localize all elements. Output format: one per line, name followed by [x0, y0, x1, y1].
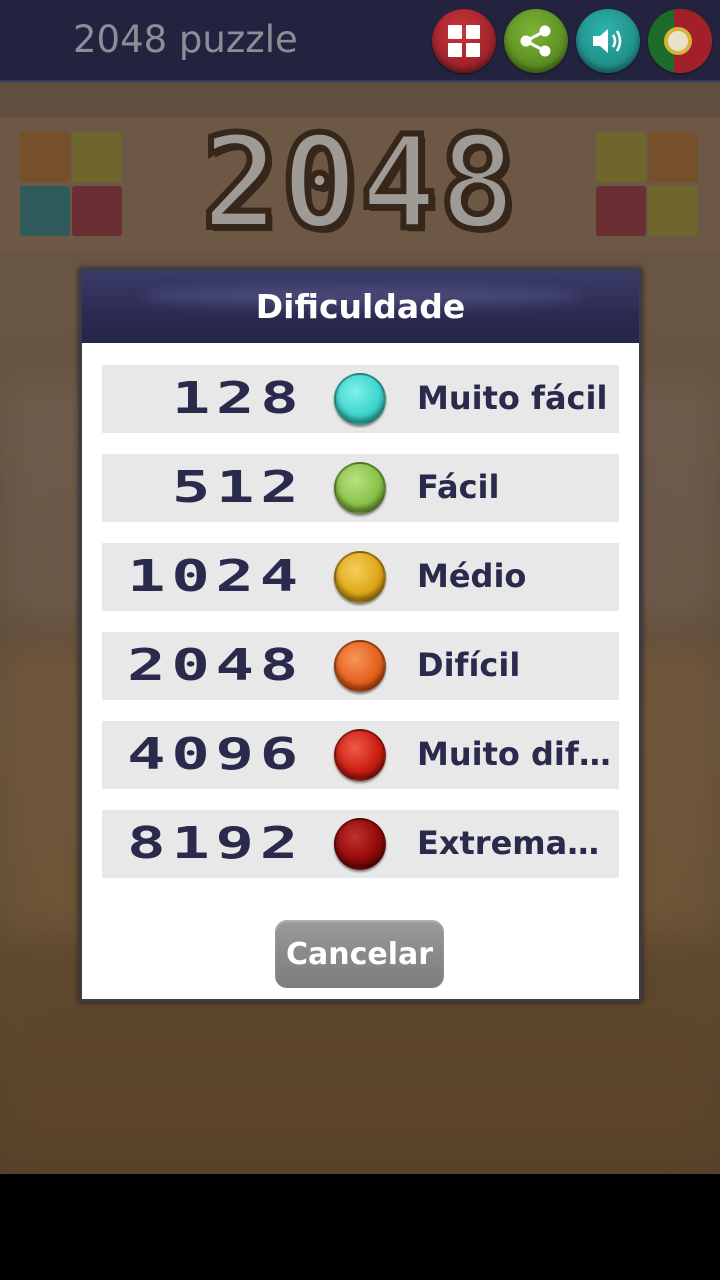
difficulty-option-medium[interactable]: 1024 Médio — [102, 543, 619, 611]
sound-icon — [593, 29, 622, 53]
yellow-dot-icon — [334, 551, 386, 603]
target-number: 512 — [171, 462, 304, 513]
difficulty-option-very-hard[interactable]: 4096 Muito difícil — [102, 721, 619, 789]
cyan-dot-icon — [334, 373, 386, 425]
difficulty-label: Médio — [417, 557, 527, 595]
target-number: 8192 — [127, 818, 304, 869]
cancel-button-label: Cancelar — [285, 936, 434, 972]
share-button[interactable] — [504, 9, 568, 73]
portugal-flag-icon — [664, 27, 692, 55]
language-button[interactable] — [648, 9, 712, 73]
share-icon — [520, 25, 551, 57]
difficulty-dialog: Dificuldade 128 Muito fácil 512 Fácil 10… — [79, 268, 642, 1002]
difficulty-label: Difícil — [417, 646, 521, 684]
difficulty-option-very-easy[interactable]: 128 Muito fácil — [102, 365, 619, 433]
difficulty-label: Fácil — [417, 468, 500, 506]
app-title: 2048 puzzle — [73, 18, 298, 61]
grid-menu-button[interactable] — [432, 9, 496, 73]
dialog-header: Dificuldade — [82, 271, 639, 343]
difficulty-label: Muito fácil — [417, 379, 608, 417]
orange-dot-icon — [334, 640, 386, 692]
difficulty-label: Extremam... — [417, 824, 617, 862]
app-bar: 2048 puzzle — [0, 0, 720, 82]
navigation-bar-area — [0, 1174, 720, 1280]
green-dot-icon — [334, 462, 386, 514]
target-number: 128 — [171, 373, 304, 424]
dialog-title: Dificuldade — [255, 287, 466, 326]
difficulty-option-hard[interactable]: 2048 Difícil — [102, 632, 619, 700]
target-number: 4096 — [127, 729, 304, 780]
cancel-button[interactable]: Cancelar — [275, 920, 444, 988]
grid-menu-icon — [448, 25, 480, 57]
difficulty-label: Muito difícil — [417, 735, 617, 773]
sound-button[interactable] — [576, 9, 640, 73]
target-number: 1024 — [127, 551, 304, 602]
difficulty-option-extreme[interactable]: 8192 Extremam... — [102, 810, 619, 878]
red-dot-icon — [334, 729, 386, 781]
difficulty-option-easy[interactable]: 512 Fácil — [102, 454, 619, 522]
dark-red-dot-icon — [334, 818, 386, 870]
target-number: 2048 — [127, 640, 304, 691]
